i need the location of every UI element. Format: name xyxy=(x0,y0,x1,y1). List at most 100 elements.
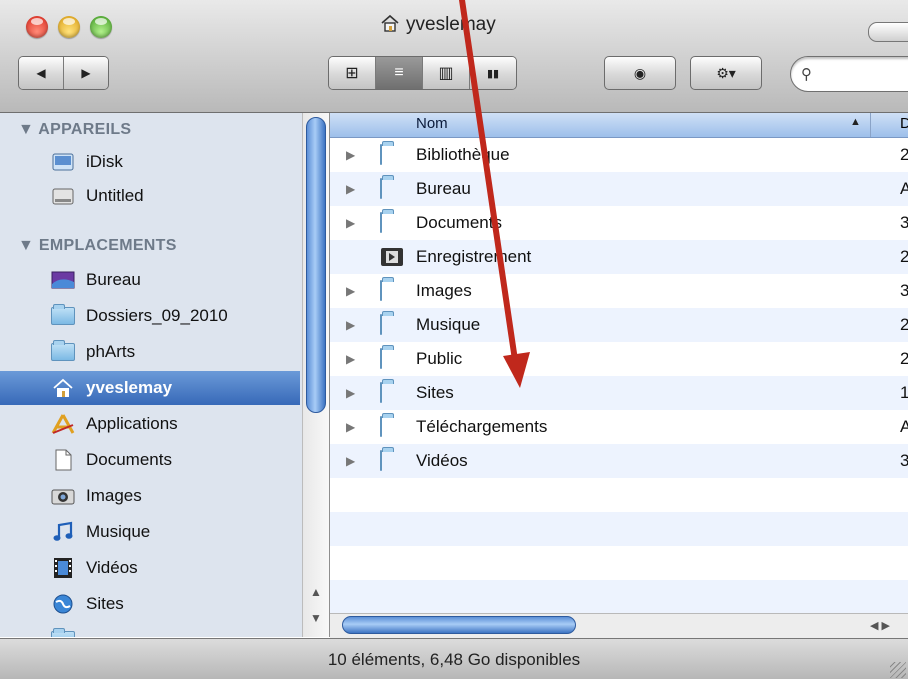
column-header-name[interactable]: Nom xyxy=(416,115,448,132)
search-input[interactable] xyxy=(818,65,908,83)
file-name: Images xyxy=(416,281,472,300)
table-row[interactable]: ▶ Bureau A xyxy=(330,172,908,206)
sidebar-item-images[interactable]: Images xyxy=(0,479,300,513)
quick-look-button[interactable]: ◉ xyxy=(604,56,676,90)
table-row[interactable]: ▶ Bibliothèque 2 xyxy=(330,138,908,172)
sidebar-item-pharts[interactable]: phArts xyxy=(0,335,300,369)
disclosure-triangle-icon[interactable]: ▶ xyxy=(346,182,355,196)
list-horizontal-scrollbar[interactable]: ◀ ▶ xyxy=(330,613,908,638)
sidebar-item-dossiers[interactable]: Dossiers_09_2010 xyxy=(0,299,300,333)
idisk-icon xyxy=(50,150,76,174)
disclosure-triangle-icon[interactable]: ▶ xyxy=(346,352,355,366)
search-icon: ⚲ xyxy=(801,66,812,83)
coverflow-view-icon: ▮▮ xyxy=(486,67,500,80)
sidebar-item-documents[interactable]: Documents xyxy=(0,443,300,477)
file-date: A xyxy=(900,417,908,436)
sidebar-item-bureau[interactable]: Bureau xyxy=(0,263,300,297)
file-name: Bureau xyxy=(416,179,471,198)
recording-app-icon xyxy=(380,247,404,272)
column-view-button[interactable]: ▥ xyxy=(423,57,470,89)
file-name: Bibliothèque xyxy=(416,145,510,164)
sidebar-item-home[interactable]: yveslemay xyxy=(0,371,300,405)
disclosure-triangle-icon[interactable]: ▶ xyxy=(346,318,355,332)
documents-icon xyxy=(50,448,76,472)
list-header: Nom ▲ D xyxy=(330,113,908,138)
finder-window: yveslemay ◀ ▶ ⊞ ≡ ▥ ▮▮ ◉ ⚙▾ ⚲ ▼ APPAREIL… xyxy=(0,0,908,679)
sidebar-item-untitled[interactable]: Untitled xyxy=(0,179,300,213)
folder-icon xyxy=(50,628,76,637)
file-date: 2 xyxy=(900,315,908,334)
file-date: 1 xyxy=(900,383,908,402)
toolbar-toggle-button[interactable] xyxy=(868,22,908,42)
horizontal-scroll-thumb[interactable] xyxy=(342,616,576,634)
file-date: A xyxy=(900,179,908,198)
file-name: Vidéos xyxy=(416,451,468,470)
globe-icon xyxy=(50,592,76,616)
close-button[interactable] xyxy=(26,16,48,38)
camera-icon xyxy=(50,484,76,508)
folder-icon xyxy=(50,340,76,364)
file-name: Public xyxy=(416,349,463,368)
list-view-button[interactable]: ≡ xyxy=(376,57,423,89)
back-button[interactable]: ◀ xyxy=(19,57,64,89)
empty-row xyxy=(330,478,908,512)
pictures-folder-icon xyxy=(380,280,382,301)
icon-view-button[interactable]: ⊞ xyxy=(329,57,376,89)
table-row[interactable]: ▶ Public 2 xyxy=(330,342,908,376)
disclosure-triangle-icon[interactable]: ▶ xyxy=(346,420,355,434)
sidebar-section-places[interactable]: ▼ EMPLACEMENTS xyxy=(18,237,177,255)
sites-folder-icon xyxy=(380,382,382,403)
home-icon xyxy=(380,14,400,37)
sidebar-item-sites[interactable]: Sites xyxy=(0,587,300,621)
film-icon xyxy=(50,556,76,580)
table-row[interactable]: Enregistrement 2 xyxy=(330,240,908,274)
coverflow-view-button[interactable]: ▮▮ xyxy=(470,57,516,89)
file-name: Documents xyxy=(416,213,502,232)
disclosure-triangle-icon[interactable]: ▶ xyxy=(346,284,355,298)
forward-button[interactable]: ▶ xyxy=(64,57,108,89)
table-row[interactable]: ▶ Documents 3 xyxy=(330,206,908,240)
eye-icon: ◉ xyxy=(633,64,647,81)
disclosure-triangle-icon[interactable]: ▶ xyxy=(346,454,355,468)
sidebar-item-videos[interactable]: Vidéos xyxy=(0,551,300,585)
sidebar-item-partial[interactable] xyxy=(0,623,300,637)
gear-icon: ⚙▾ xyxy=(716,64,736,81)
scroll-arrows[interactable]: ◀ ▶ xyxy=(870,614,890,638)
disclosure-triangle-icon[interactable]: ▶ xyxy=(346,148,355,162)
desktop-folder-icon xyxy=(380,178,382,199)
sidebar-item-musique[interactable]: Musique xyxy=(0,515,300,549)
sidebar-scrollbar[interactable]: ▲ ▼ xyxy=(302,113,329,637)
list-rows: ▶ Bibliothèque 2 ▶ Bureau A ▶ Documents … xyxy=(330,138,908,613)
home-icon xyxy=(50,376,76,400)
table-row[interactable]: ▶ Images 3 xyxy=(330,274,908,308)
disclosure-triangle-icon[interactable]: ▶ xyxy=(346,386,355,400)
column-header-date[interactable]: D xyxy=(900,115,908,132)
zoom-button[interactable] xyxy=(90,16,112,38)
empty-row xyxy=(330,580,908,613)
sidebar-item-applications[interactable]: Applications xyxy=(0,407,300,441)
movies-folder-icon xyxy=(380,450,382,471)
search-field[interactable]: ⚲ xyxy=(790,56,908,92)
sidebar-scroll-thumb[interactable] xyxy=(306,117,326,413)
table-row[interactable]: ▶ Vidéos 3 xyxy=(330,444,908,478)
empty-row xyxy=(330,546,908,580)
table-row[interactable]: ▶ Sites 1 xyxy=(330,376,908,410)
file-date: 2 xyxy=(900,247,908,266)
file-date: 2 xyxy=(900,349,908,368)
disclosure-triangle-icon[interactable]: ▶ xyxy=(346,216,355,230)
public-folder-icon xyxy=(380,348,382,369)
minimize-button[interactable] xyxy=(58,16,80,38)
sidebar-item-label: Sites xyxy=(86,594,124,613)
scroll-arrows[interactable]: ▲ ▼ xyxy=(303,579,329,631)
action-menu-button[interactable]: ⚙▾ xyxy=(690,56,762,90)
file-date: 3 xyxy=(900,451,908,470)
sidebar-item-label: Untitled xyxy=(86,186,144,205)
resize-grip-icon[interactable] xyxy=(890,662,906,678)
table-row[interactable]: ▶ Musique 2 xyxy=(330,308,908,342)
table-row[interactable]: ▶ Téléchargements A xyxy=(330,410,908,444)
sidebar-section-devices[interactable]: ▼ APPAREILS xyxy=(18,121,131,139)
sidebar-item-idisk[interactable]: iDisk xyxy=(0,145,300,179)
window-title: yveslemay xyxy=(406,14,496,35)
column-divider[interactable] xyxy=(870,113,871,137)
status-text: 10 éléments, 6,48 Go disponibles xyxy=(327,649,581,669)
